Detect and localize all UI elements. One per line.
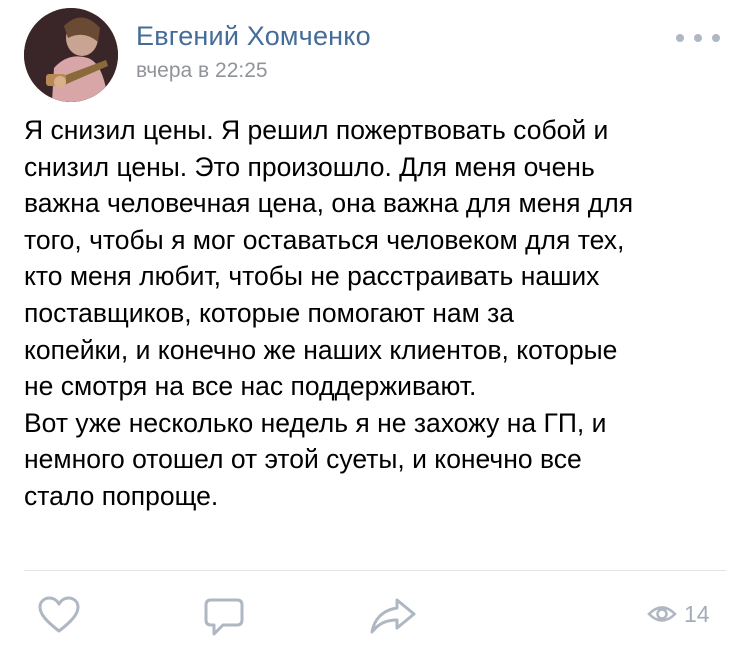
comment-button[interactable] — [203, 596, 245, 643]
post-text-line: немного отошел от этой суеты, и конечно … — [24, 444, 582, 475]
more-dots-icon — [712, 34, 720, 42]
more-dots-icon — [676, 34, 684, 42]
more-options-button[interactable] — [676, 28, 720, 48]
eye-icon — [647, 606, 677, 622]
avatar-photo — [24, 8, 118, 102]
post-text-line: копейки, и конечно же наших клиентов, ко… — [24, 334, 618, 365]
post-text-line: стало попроще. — [24, 480, 219, 511]
post-text-line: важна человечная цена, она важна для мен… — [24, 188, 634, 219]
share-button[interactable] — [369, 596, 417, 641]
post-text: Я снизил цены. Я решил пожертвовать собо… — [24, 112, 734, 515]
heart-icon — [38, 596, 80, 633]
post-timestamp[interactable]: вчера в 22:25 — [136, 58, 268, 84]
comment-icon — [204, 598, 244, 636]
avatar[interactable] — [24, 8, 118, 102]
post-card: Евгений Хомченко вчера в 22:25 Я снизил … — [0, 0, 750, 659]
like-button[interactable] — [38, 596, 80, 639]
views-count: 14 — [684, 601, 710, 627]
post-text-line: кто меня любит, чтобы не расстраивать на… — [24, 261, 600, 292]
post-text-line: Я снизил цены. Я решил пожертвовать собо… — [24, 115, 609, 145]
share-arrow-icon — [370, 598, 416, 634]
post-text-line: Вот уже несколько недель я не захожу на … — [24, 407, 607, 438]
post-text-line: снизил цены. Это произошло. Для меня оче… — [24, 151, 595, 182]
post-text-line: поставщиков, которые помогают нам за — [24, 297, 515, 328]
views-counter: 14 — [647, 600, 710, 628]
more-dots-icon — [694, 34, 702, 42]
post-text-line: не смотря на все нас поддерживают. — [24, 371, 477, 402]
divider — [24, 570, 726, 571]
post-text-line: того, чтобы я мог оставаться человеком д… — [24, 224, 625, 255]
author-name[interactable]: Евгений Хомченко — [136, 20, 371, 52]
